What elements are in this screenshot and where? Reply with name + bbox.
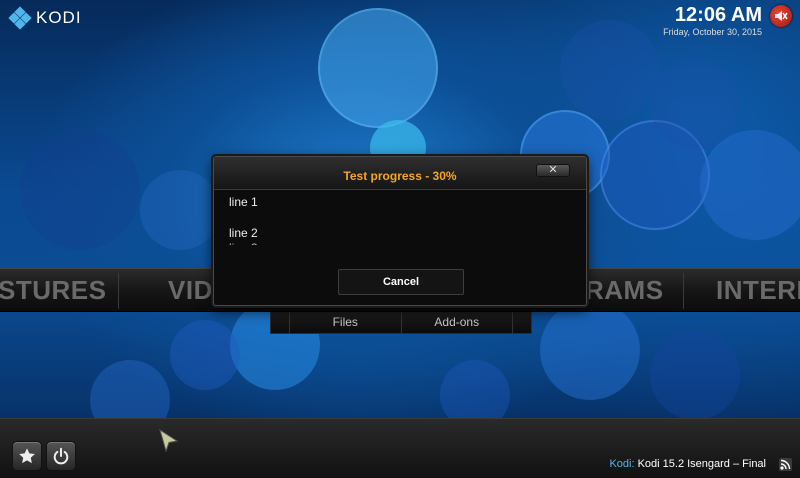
mute-icon[interactable]: [770, 5, 792, 27]
logo-text: KODI: [36, 8, 82, 27]
menu-item-programs[interactable]: RAMS: [585, 275, 664, 306]
clock-time: 12:06 AM: [674, 4, 762, 26]
footer-label: Kodi:: [609, 458, 635, 470]
cancel-button[interactable]: Cancel: [338, 269, 464, 295]
close-button[interactable]: ✕: [536, 164, 570, 177]
submenu: Files Add-ons: [270, 312, 532, 334]
rss-icon: [779, 458, 792, 471]
dialog-body: line 1 line 2 line 3: [229, 195, 569, 247]
mouse-cursor-icon: [158, 428, 180, 459]
submenu-files[interactable]: Files: [289, 312, 401, 333]
favourites-button[interactable]: [12, 441, 42, 471]
dialog-line-2: line 2: [229, 226, 258, 240]
progress-dialog: Test progress - 30% ✕ line 1 line 2 line…: [213, 156, 587, 306]
footer-ticker: Kodi: Kodi 15.2 Isengard – Final: [609, 458, 766, 470]
dialog-line-3: line 3: [229, 241, 569, 245]
menu-item-internet[interactable]: INTERN: [716, 275, 800, 306]
dialog-line-1: line 1: [229, 195, 258, 209]
clock-date: Friday, October 30, 2015: [663, 27, 762, 37]
kodi-logo: KODI: [8, 6, 82, 30]
submenu-addons[interactable]: Add-ons: [400, 312, 513, 333]
power-button[interactable]: [46, 441, 76, 471]
menu-item-pictures[interactable]: STURES: [0, 275, 106, 306]
star-icon: [19, 448, 35, 464]
clock: 12:06 AM Friday, October 30, 2015: [663, 4, 762, 37]
dialog-title: Test progress - 30%: [343, 169, 457, 183]
footer-text: Kodi 15.2 Isengard – Final: [637, 458, 766, 470]
power-icon: [53, 447, 69, 465]
kodi-logo-icon: [8, 6, 32, 30]
